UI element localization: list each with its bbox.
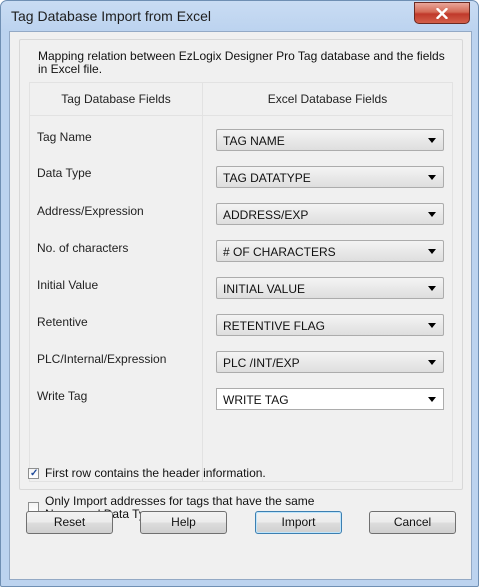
combo-value: RETENTIVE FLAG (223, 319, 326, 333)
mapping-description: Mapping relation between EzLogix Designe… (38, 49, 445, 76)
combo-value: WRITE TAG (223, 393, 289, 407)
close-button[interactable] (414, 2, 470, 24)
write-tag-combo[interactable]: WRITE TAG (216, 388, 444, 410)
combo-value: # OF CHARACTERS (223, 245, 336, 259)
field-label-initial-value: Initial Value (37, 278, 99, 292)
field-label-address: Address/Expression (37, 204, 144, 218)
help-button[interactable]: Help (140, 511, 227, 534)
window-title: Tag Database Import from Excel (11, 8, 211, 24)
characters-combo[interactable]: # OF CHARACTERS (216, 240, 444, 262)
close-x-icon (436, 7, 448, 19)
mapping-table: Tag Database Fields Excel Database Field… (29, 82, 453, 482)
combo-value: ADDRESS/EXP (223, 208, 309, 222)
plc-internal-combo[interactable]: PLC /INT/EXP (216, 351, 444, 373)
data-type-combo[interactable]: TAG DATATYPE (216, 166, 444, 188)
field-label-characters: No. of characters (37, 241, 129, 255)
chevron-down-icon (428, 323, 436, 328)
chevron-down-icon (428, 175, 436, 180)
field-label-plc-internal: PLC/Internal/Expression (37, 352, 167, 366)
chevron-down-icon (428, 249, 436, 254)
chevron-down-icon (428, 286, 436, 291)
import-button[interactable]: Import (255, 511, 342, 534)
mapping-group: Mapping relation between EzLogix Designe… (19, 39, 463, 490)
dialog-client-area: Mapping relation between EzLogix Designe… (9, 31, 472, 580)
checkmark-icon: ✓ (30, 468, 39, 479)
header-divider (30, 115, 452, 116)
field-label-tag-name: Tag Name (37, 130, 92, 144)
address-combo[interactable]: ADDRESS/EXP (216, 203, 444, 225)
title-bar[interactable]: Tag Database Import from Excel (1, 1, 478, 31)
combo-value: TAG NAME (223, 134, 285, 148)
chevron-down-icon (428, 138, 436, 143)
chevron-down-icon (428, 360, 436, 365)
field-label-write-tag: Write Tag (37, 389, 88, 403)
field-label-retentive: Retentive (37, 315, 88, 329)
chevron-down-icon (428, 212, 436, 217)
dialog-window: Tag Database Import from Excel Mapping r… (0, 0, 479, 587)
initial-value-combo[interactable]: INITIAL VALUE (216, 277, 444, 299)
combo-value: PLC /INT/EXP (223, 356, 300, 370)
field-label-data-type: Data Type (37, 166, 92, 180)
combo-value: TAG DATATYPE (223, 171, 311, 185)
cancel-button[interactable]: Cancel (369, 511, 456, 534)
header-row-label: First row contains the header informatio… (45, 466, 266, 480)
combo-value: INITIAL VALUE (223, 282, 306, 296)
header-row-checkbox[interactable]: ✓ (28, 468, 39, 479)
reset-button[interactable]: Reset (26, 511, 113, 534)
tag-name-combo[interactable]: TAG NAME (216, 129, 444, 151)
column-divider (202, 83, 203, 481)
retentive-combo[interactable]: RETENTIVE FLAG (216, 314, 444, 336)
chevron-down-icon (428, 397, 436, 402)
header-row-option[interactable]: ✓ First row contains the header informat… (28, 467, 448, 483)
tag-fields-header: Tag Database Fields (61, 92, 171, 106)
excel-fields-header: Excel Database Fields (267, 92, 388, 106)
